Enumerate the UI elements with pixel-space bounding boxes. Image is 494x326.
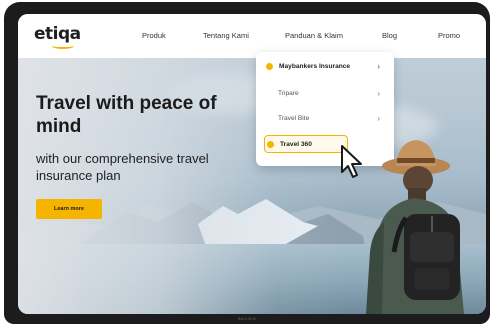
dropdown-item-label: Travel Bite [278,114,310,122]
chevron-right-icon: › [377,113,380,123]
chevron-right-icon: › [377,88,380,98]
dropdown-header-maybankers[interactable]: Maybankers Insurance › [266,58,384,74]
dot-icon [267,140,274,148]
cursor-icon [341,145,362,178]
laptop-frame: etiqa Produk Tentang Kami Panduan & Klai… [4,2,490,324]
hero-title: Travel with peace of mind [36,93,217,137]
dot-icon [266,62,273,70]
dropdown-header-label: Maybankers Insurance [279,62,351,70]
nav-link-produk[interactable]: Produk [142,31,166,40]
logo-text: etiqa [34,24,81,44]
etiqa-logo[interactable]: etiqa [34,24,81,49]
device-label: BAXIEM [237,316,257,321]
nav-link-tentang-kami[interactable]: Tentang Kami [203,31,249,40]
dropdown-item-travel-bite[interactable]: Travel Bite › [266,110,384,126]
nav-link-promo[interactable]: Promo [438,31,460,40]
dropdown-item-tripare[interactable]: Tripare › [266,85,384,101]
top-navbar: etiqa Produk Tentang Kami Panduan & Klai… [18,14,486,58]
nav-link-panduan-klaim[interactable]: Panduan & Klaim [285,31,343,40]
logo-swoosh [52,43,74,49]
chevron-right-icon: › [377,61,380,71]
dropdown-item-label: Travel 360 [280,140,312,148]
learn-more-button[interactable]: Learn more [36,199,102,219]
dropdown-item-label: Tripare [278,89,299,97]
website-screen: etiqa Produk Tentang Kami Panduan & Klai… [18,14,486,314]
dropdown-item-travel-360[interactable]: Travel 360 [264,135,348,153]
hero-subtitle: with our comprehensive travel insurance … [36,151,209,183]
nav-link-blog[interactable]: Blog [382,31,397,40]
